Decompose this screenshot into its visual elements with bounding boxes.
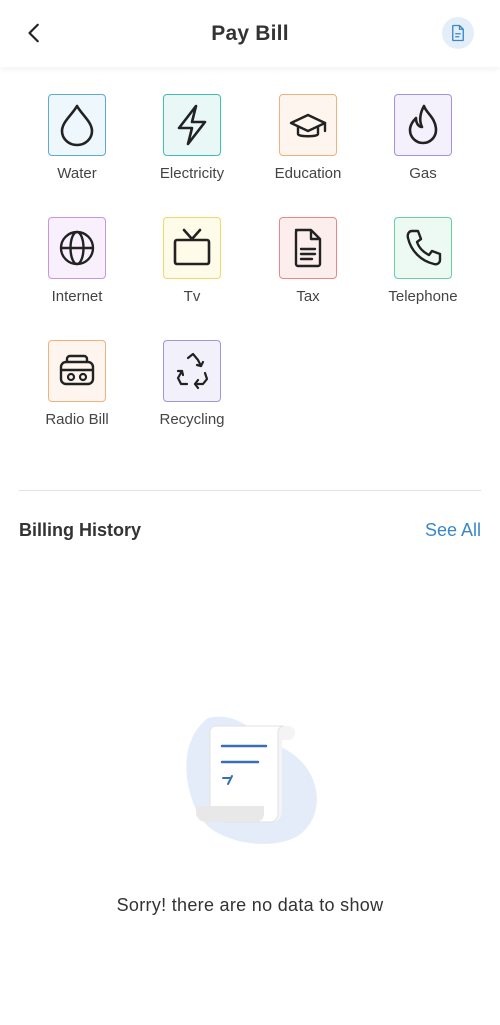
category-label: Water [57, 165, 97, 182]
category-water[interactable]: Water [19, 94, 135, 194]
globe-icon [59, 230, 95, 266]
category-icon-box [163, 94, 221, 156]
category-icon-box [394, 217, 452, 279]
category-label: Tv [183, 288, 201, 305]
category-electricity[interactable]: Electricity [134, 94, 250, 194]
document-text-icon [294, 228, 322, 268]
category-radio-bill[interactable]: Radio Bill [19, 340, 135, 440]
empty-receipt-illustration [186, 716, 317, 844]
see-all-link[interactable]: See All [425, 520, 481, 541]
category-icon-box [48, 94, 106, 156]
phone-icon [406, 229, 442, 266]
category-icon-box [48, 340, 106, 402]
category-label: Recycling [159, 411, 225, 428]
category-label: Radio Bill [45, 411, 109, 428]
category-telephone[interactable]: Telephone [365, 217, 481, 317]
category-gas[interactable]: Gas [365, 94, 481, 194]
graduation-cap-icon [289, 113, 327, 138]
radio-icon [59, 354, 95, 386]
category-icon-box [163, 340, 221, 402]
category-education[interactable]: Education [250, 94, 366, 194]
category-label: Education [274, 165, 342, 182]
back-button[interactable] [18, 16, 52, 50]
page-title: Pay Bill [211, 21, 289, 45]
document-button[interactable] [442, 17, 474, 49]
category-internet[interactable]: Internet [19, 217, 135, 317]
category-icon-box [394, 94, 452, 156]
category-tax[interactable]: Tax [250, 217, 366, 317]
category-label: Gas [409, 165, 437, 182]
category-icon-box [163, 217, 221, 279]
flame-icon [408, 104, 438, 145]
category-label: Telephone [388, 288, 458, 305]
billing-history-title: Billing History [19, 520, 142, 540]
water-drop-icon [60, 104, 94, 147]
tv-icon [173, 228, 211, 266]
category-label: Electricity [159, 165, 225, 182]
category-label: Internet [51, 288, 103, 305]
document-icon [452, 24, 464, 42]
category-icon-box [279, 217, 337, 279]
section-divider [19, 490, 481, 491]
empty-state-message: Sorry! there are no data to show [116, 895, 384, 915]
category-label: Tax [296, 288, 320, 305]
category-tv[interactable]: Tv [134, 217, 250, 317]
app-header: Pay Bill [0, 0, 500, 67]
lightning-icon [177, 104, 207, 146]
category-recycling[interactable]: Recycling [134, 340, 250, 440]
recycle-icon [176, 352, 209, 390]
category-icon-box [48, 217, 106, 279]
chevron-left-icon [28, 23, 39, 43]
category-icon-box [279, 94, 337, 156]
